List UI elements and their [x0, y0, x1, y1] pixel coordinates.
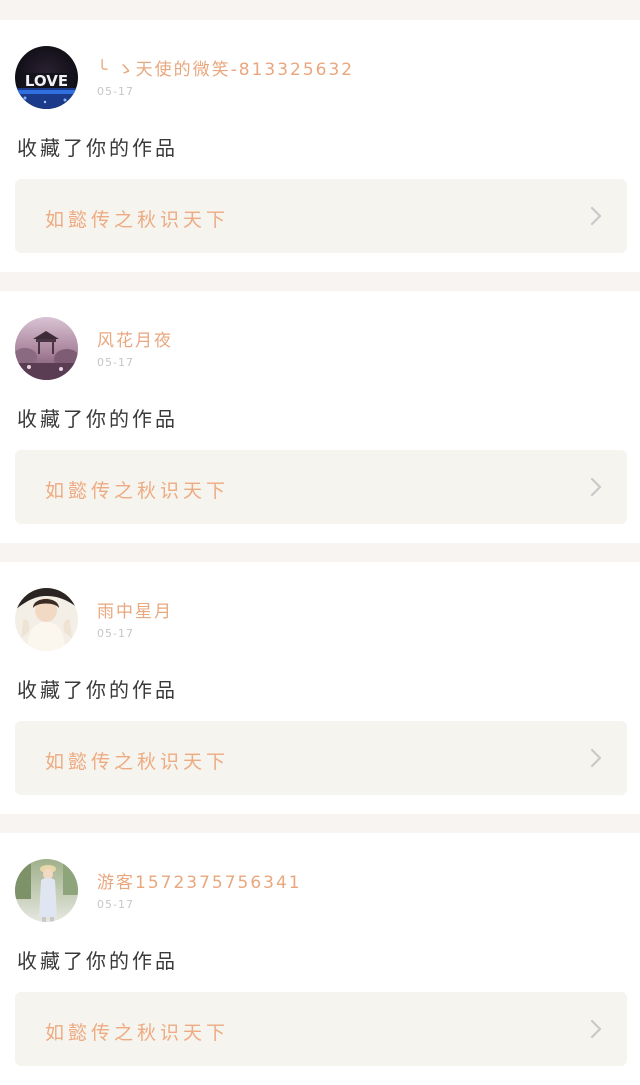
notification-card: 雨中星月 05-17 收藏了你的作品 如懿传之秋识天下	[0, 562, 640, 814]
chevron-right-icon	[589, 476, 603, 498]
pavilion-scene-avatar-icon	[15, 317, 78, 380]
chevron-right-icon	[589, 1018, 603, 1040]
love-sign-avatar-icon: LOVE	[15, 46, 78, 109]
work-link[interactable]: 如懿传之秋识天下	[15, 992, 627, 1066]
work-link[interactable]: 如懿传之秋识天下	[15, 721, 627, 795]
action-text: 收藏了你的作品	[17, 949, 178, 973]
work-title: 如懿传之秋识天下	[45, 209, 230, 231]
timestamp: 05-17	[97, 898, 134, 911]
standing-figure-avatar-icon	[15, 859, 78, 922]
work-link[interactable]: 如懿传之秋识天下	[15, 179, 627, 253]
timestamp: 05-17	[97, 627, 134, 640]
avatar-love-text: LOVE	[25, 72, 68, 90]
user-avatar[interactable]: LOVE	[15, 46, 78, 109]
action-text: 收藏了你的作品	[17, 678, 178, 702]
work-link[interactable]: 如懿传之秋识天下	[15, 450, 627, 524]
user-avatar[interactable]	[15, 317, 78, 380]
notification-card: LOVE ╰ ゝ天使的微笑-813325632 05-17 收藏了你的作品 如懿…	[0, 20, 640, 272]
user-avatar[interactable]	[15, 859, 78, 922]
timestamp: 05-17	[97, 356, 134, 369]
action-text: 收藏了你的作品	[17, 136, 178, 160]
user-avatar[interactable]	[15, 588, 78, 651]
notification-screen: { "notifications": [ { "username": "╰ ゝ天…	[0, 0, 640, 1085]
username[interactable]: ╰ ゝ天使的微笑-813325632	[97, 55, 354, 80]
username[interactable]: 游客1572375756341	[97, 868, 302, 893]
username[interactable]: 雨中星月	[97, 597, 173, 622]
girl-portrait-avatar-icon	[15, 588, 78, 651]
notification-card: 风花月夜 05-17 收藏了你的作品 如懿传之秋识天下	[0, 291, 640, 543]
timestamp: 05-17	[97, 85, 134, 98]
notification-card: 游客1572375756341 05-17 收藏了你的作品 如懿传之秋识天下	[0, 833, 640, 1085]
work-title: 如懿传之秋识天下	[45, 480, 230, 502]
chevron-right-icon	[589, 205, 603, 227]
work-title: 如懿传之秋识天下	[45, 751, 230, 773]
action-text: 收藏了你的作品	[17, 407, 178, 431]
username[interactable]: 风花月夜	[97, 326, 173, 351]
chevron-right-icon	[589, 747, 603, 769]
work-title: 如懿传之秋识天下	[45, 1022, 230, 1044]
